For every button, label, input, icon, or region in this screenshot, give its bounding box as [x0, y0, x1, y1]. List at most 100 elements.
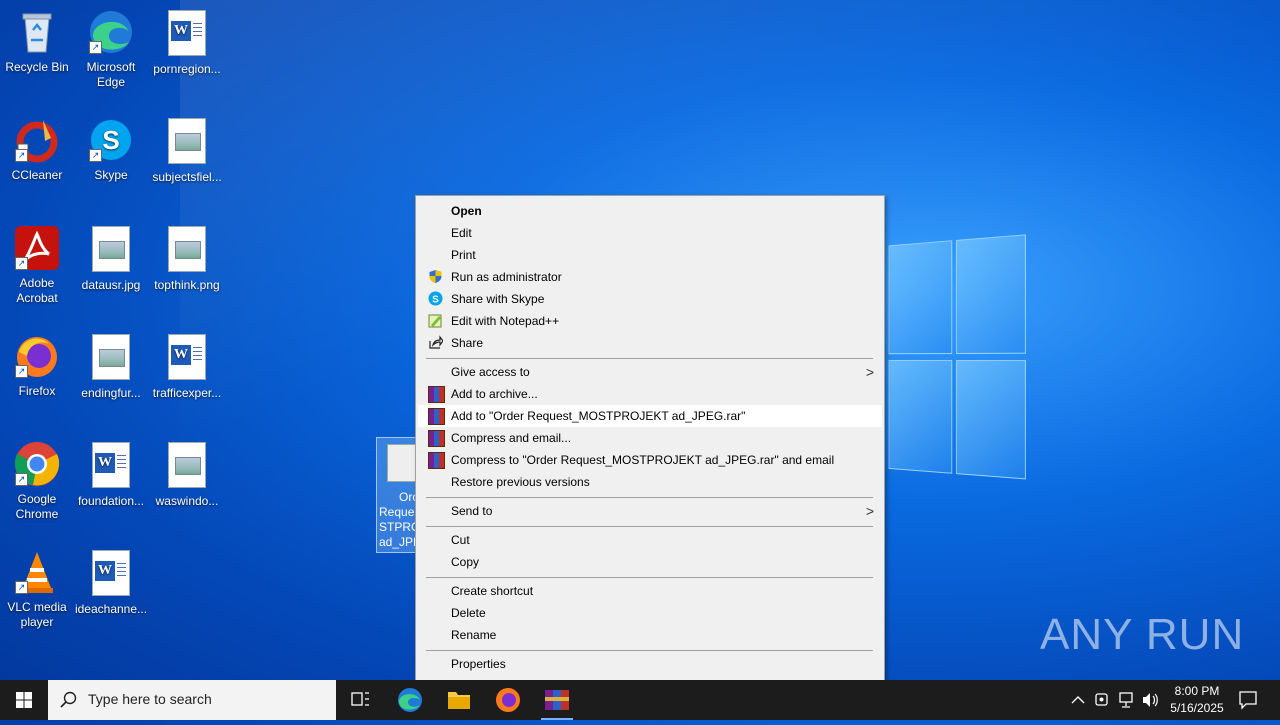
menu-item-properties[interactable]: Properties — [418, 653, 882, 675]
image-file-icon — [163, 226, 211, 274]
notification-icon — [1239, 691, 1257, 710]
taskbar-search-box[interactable]: Type here to search — [48, 680, 336, 720]
start-button[interactable] — [0, 680, 48, 720]
windows-logo-wallpaper — [888, 234, 1028, 486]
firefox-icon — [496, 688, 520, 712]
task-view-button[interactable] — [336, 680, 384, 720]
clock-date: 5/16/2025 — [1170, 701, 1224, 715]
taskbar-file-explorer[interactable] — [435, 680, 483, 720]
skype-icon: S ↗ — [87, 116, 135, 164]
desktop-icon-vlc[interactable]: ↗ VLC media player — [0, 548, 74, 630]
ccleaner-icon: ↗ — [13, 116, 61, 164]
desktop-icon-firefox[interactable]: ↗ Firefox — [0, 332, 74, 399]
chevron-right-icon: > — [865, 503, 874, 519]
winrar-icon — [428, 452, 445, 469]
folder-icon — [448, 692, 470, 709]
anyrun-watermark: ANY RUN — [1040, 610, 1245, 659]
vlc-icon: ↗ — [13, 548, 61, 596]
image-file-icon — [163, 118, 211, 166]
menu-item-copy[interactable]: Copy — [418, 551, 882, 573]
menu-item-add-to-archive[interactable]: Add to archive... — [418, 383, 882, 405]
winrar-icon — [428, 408, 445, 425]
desktop-icon-datausr[interactable]: datausr.jpg — [74, 224, 148, 293]
menu-item-compress-to-rar-and-email[interactable]: Compress to "Order Request_MOSTPROJEKT a… — [418, 449, 882, 471]
tray-show-hidden-icons[interactable] — [1068, 680, 1088, 720]
tray-network[interactable] — [1116, 680, 1136, 720]
word-doc-icon: W — [87, 442, 135, 490]
menu-item-share-with-skype[interactable]: S Share with Skype — [418, 288, 882, 310]
edge-icon — [398, 688, 422, 712]
taskbar-winrar[interactable] — [533, 680, 581, 720]
desktop-icon-ideachanne[interactable]: W ideachanne... — [74, 548, 148, 617]
menu-item-rename[interactable]: Rename — [418, 624, 882, 646]
svg-text:S: S — [102, 125, 119, 155]
taskbar-edge[interactable] — [386, 680, 434, 720]
menu-item-share[interactable]: Share — [418, 332, 882, 354]
clock-time: 8:00 PM — [1174, 684, 1220, 698]
share-icon — [428, 335, 444, 350]
menu-item-add-to-rar[interactable]: Add to "Order Request_MOSTPROJEKT ad_JPE… — [418, 405, 882, 427]
firefox-icon: ↗ — [13, 332, 61, 380]
edge-icon: ↗ — [87, 8, 135, 56]
menu-separator — [426, 497, 873, 498]
chrome-icon: ↗ — [13, 440, 61, 488]
menu-item-send-to[interactable]: Send to > — [418, 500, 882, 522]
menu-item-open[interactable]: Open — [418, 200, 882, 222]
desktop-icon-subjectsfiel[interactable]: subjectsfiel... — [150, 116, 224, 185]
word-doc-icon: W — [163, 334, 211, 382]
menu-item-compress-and-email[interactable]: Compress and email... — [418, 427, 882, 449]
desktop-icon-google-chrome[interactable]: ↗ Google Chrome — [0, 440, 74, 522]
action-center-button[interactable] — [1236, 680, 1260, 720]
menu-item-give-access-to[interactable]: Give access to > — [418, 361, 882, 383]
word-doc-icon: W — [87, 550, 135, 598]
tray-volume[interactable] — [1140, 680, 1160, 720]
menu-separator — [426, 526, 873, 527]
desktop-icon-pornregion[interactable]: W pornregion... — [150, 8, 224, 77]
word-doc-icon: W — [163, 10, 211, 58]
context-menu: Open Edit Print Run as administrator S S… — [415, 195, 885, 682]
image-file-icon — [87, 226, 135, 274]
desktop-icon-adobe-acrobat[interactable]: ↗ Adobe Acrobat — [0, 224, 74, 306]
menu-item-cut[interactable]: Cut — [418, 529, 882, 551]
windows-start-icon — [16, 692, 32, 708]
desktop-icon-waswindo[interactable]: waswindo... — [150, 440, 224, 509]
winrar-icon — [428, 430, 445, 447]
adobe-acrobat-icon: ↗ — [13, 224, 61, 272]
desktop-icon-foundation[interactable]: W foundation... — [74, 440, 148, 509]
search-placeholder: Type here to search — [88, 691, 212, 707]
menu-separator — [426, 358, 873, 359]
menu-item-run-as-administrator[interactable]: Run as administrator — [418, 266, 882, 288]
desktop-icon-trafficexper[interactable]: W trafficexper... — [150, 332, 224, 401]
menu-separator — [426, 650, 873, 651]
desktop-icon-ccleaner[interactable]: ↗ CCleaner — [0, 116, 74, 183]
winrar-icon — [545, 690, 569, 710]
desktop-icon-topthink[interactable]: topthink.png — [150, 224, 224, 293]
menu-item-print[interactable]: Print — [418, 244, 882, 266]
meet-now-icon — [1095, 693, 1108, 706]
network-icon — [1119, 692, 1133, 708]
image-file-icon — [163, 442, 211, 490]
tray-meet-now[interactable] — [1092, 680, 1112, 720]
search-icon — [60, 691, 77, 708]
svg-text:S: S — [432, 295, 439, 306]
chevron-up-icon — [1071, 696, 1085, 704]
taskbar-firefox[interactable] — [484, 680, 532, 720]
desktop-icon-recycle-bin[interactable]: Recycle Bin — [0, 8, 74, 75]
menu-separator — [426, 577, 873, 578]
menu-item-create-shortcut[interactable]: Create shortcut — [418, 580, 882, 602]
winrar-icon — [428, 386, 445, 403]
image-file-icon — [87, 334, 135, 382]
recycle-bin-icon — [13, 8, 61, 56]
menu-item-restore-previous-versions[interactable]: Restore previous versions — [418, 471, 882, 493]
uac-shield-icon — [428, 269, 443, 284]
desktop-icon-endingfur[interactable]: endingfur... — [74, 332, 148, 401]
menu-item-delete[interactable]: Delete — [418, 602, 882, 624]
task-view-icon — [351, 692, 369, 706]
tray-clock[interactable]: 8:00 PM 5/16/2025 — [1160, 683, 1234, 717]
desktop-icon-skype[interactable]: S ↗ Skype — [74, 116, 148, 183]
speaker-icon — [1143, 693, 1158, 707]
desktop-icon-microsoft-edge[interactable]: ↗ Microsoft Edge — [74, 8, 148, 90]
menu-item-edit-with-notepadpp[interactable]: Edit with Notepad++ — [418, 310, 882, 332]
menu-item-edit[interactable]: Edit — [418, 222, 882, 244]
chevron-right-icon: > — [865, 364, 874, 380]
